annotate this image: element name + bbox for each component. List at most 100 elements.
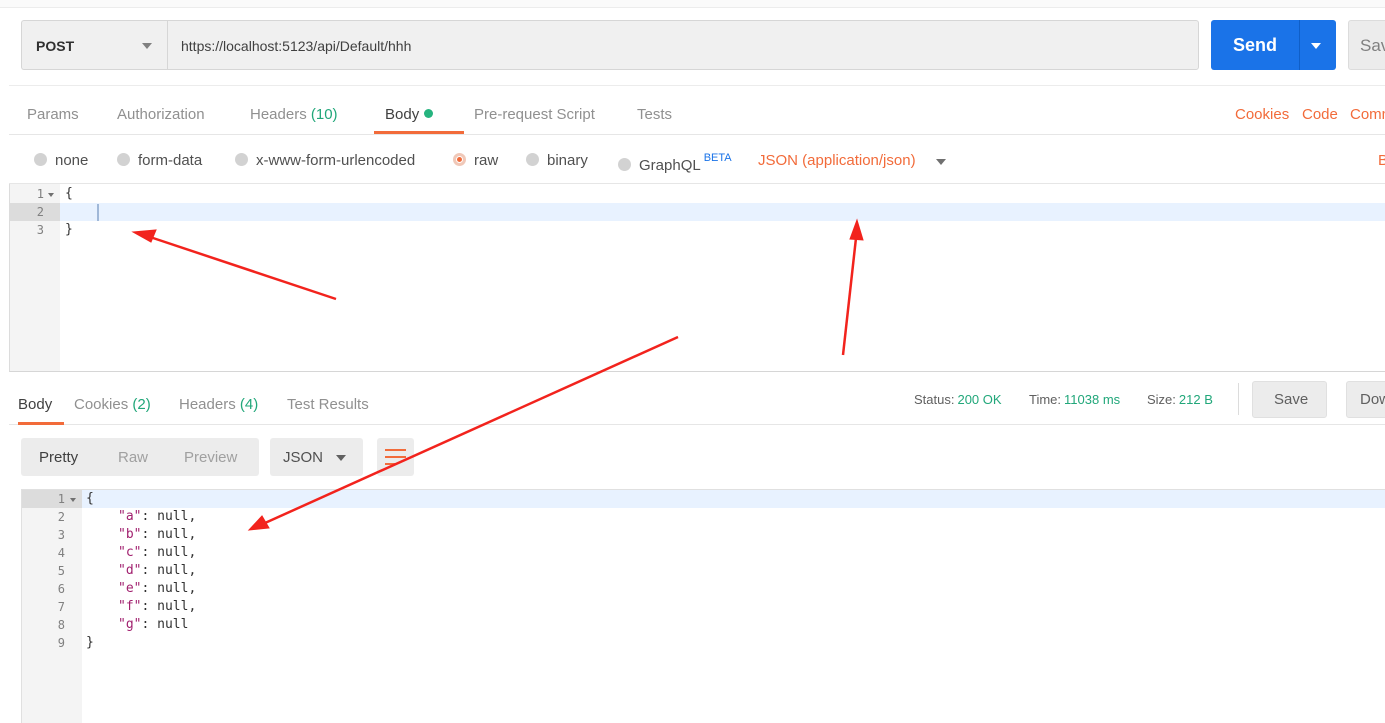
request-tabs: Params Authorization Headers (10) Body P… [9, 85, 1385, 135]
radio-form-data[interactable]: form-data [117, 152, 202, 169]
json-key: "g" [118, 617, 142, 632]
json-entry: "g": null [118, 617, 188, 632]
tab-headers-count: (10) [310, 106, 338, 123]
view-pretty-button[interactable]: Pretty [39, 449, 78, 466]
tab-headers-label: Headers [250, 106, 307, 123]
line-number: 6 [57, 582, 65, 596]
beta-badge: BETA [703, 152, 732, 164]
radio-circle-icon [117, 153, 130, 166]
tab-test-results[interactable]: Test Results [287, 396, 369, 413]
json-entry: "f": null, [118, 599, 196, 614]
json-key: "a" [118, 509, 142, 524]
radio-circle-icon [618, 158, 631, 171]
send-button[interactable]: Send [1211, 20, 1336, 70]
json-entry: "a": null, [118, 509, 196, 524]
line-number: 3 [36, 223, 44, 237]
content-type-select[interactable]: JSON (application/json) [758, 152, 916, 169]
line-number: 2 [57, 510, 65, 524]
status-readout: Status: 200 OK [914, 392, 1002, 407]
send-label: Send [1233, 35, 1278, 55]
line-number: 5 [57, 564, 65, 578]
radio-none-label: none [55, 152, 89, 169]
tab-body[interactable]: Body [385, 106, 434, 123]
json-value: : null, [141, 581, 197, 596]
tab-response-headers[interactable]: Headers (4) [179, 396, 258, 413]
top-strip [0, 0, 1385, 8]
tab-response-cookies-count: (2) [132, 396, 151, 413]
save-request-label: Sav [1360, 36, 1385, 55]
body-modified-dot-icon [424, 109, 434, 118]
status-value: 200 OK [957, 392, 1002, 407]
tab-authorization[interactable]: Authorization [117, 106, 205, 123]
radio-binary-label: binary [547, 152, 588, 169]
radio-raw-label: raw [474, 152, 499, 169]
save-request-button[interactable]: Sav [1348, 20, 1385, 70]
response-view-mode: Pretty Raw Preview [21, 438, 259, 476]
time-readout: Time: 11038 ms [1029, 392, 1120, 407]
tab-response-cookies-label: Cookies [74, 396, 129, 413]
radio-binary[interactable]: binary [526, 152, 588, 169]
time-label: Time: [1029, 392, 1062, 407]
status-label: Status: [914, 392, 955, 407]
cookies-link[interactable]: Cookies [1235, 106, 1289, 123]
url-text: https://localhost:5123/api/Default/hhh [181, 38, 412, 54]
radio-urlencoded[interactable]: x-www-form-urlencoded [235, 152, 415, 169]
url-input[interactable]: https://localhost:5123/api/Default/hhh [167, 20, 1199, 70]
active-line-highlight [60, 203, 1385, 221]
comments-link[interactable]: Comm [1350, 106, 1385, 123]
line-number: 3 [57, 528, 65, 542]
tab-response-cookies[interactable]: Cookies (2) [74, 396, 151, 413]
chevron-down-icon [336, 455, 346, 461]
view-raw-button[interactable]: Raw [118, 449, 148, 466]
json-value: : null, [141, 509, 197, 524]
line-number: 2 [36, 205, 44, 219]
radio-circle-icon [526, 153, 539, 166]
radio-raw[interactable]: raw [453, 152, 498, 169]
send-options-chevron-icon[interactable] [1311, 43, 1321, 49]
fold-arrow-icon[interactable] [48, 193, 54, 197]
code-line: } [65, 222, 73, 237]
response-body-editor[interactable]: 1 2 3 4 5 6 7 8 9 { "a": null, "b": null… [21, 489, 1385, 723]
download-label: Dow [1360, 391, 1385, 408]
radio-form-data-label: form-data [138, 152, 203, 169]
fold-arrow-icon[interactable] [70, 498, 76, 502]
tab-headers[interactable]: Headers (10) [250, 106, 338, 123]
json-value: : null, [141, 563, 197, 578]
tab-pre-request-script[interactable]: Pre-request Script [474, 106, 595, 123]
tab-tests[interactable]: Tests [637, 106, 672, 123]
json-key: "e" [118, 581, 142, 596]
json-entry: "c": null, [118, 545, 196, 560]
method-select[interactable]: POST [21, 20, 167, 70]
view-preview-button[interactable]: Preview [184, 449, 237, 466]
code-line: { [65, 186, 73, 201]
line-number: 1 [36, 187, 44, 201]
save-response-button[interactable]: Save [1252, 381, 1327, 418]
json-value: : null, [141, 599, 197, 614]
chevron-down-icon[interactable] [936, 159, 946, 165]
tab-params[interactable]: Params [27, 106, 79, 123]
json-key: "b" [118, 527, 142, 542]
wrap-lines-button[interactable] [377, 438, 414, 476]
radio-graphql[interactable]: GraphQL BETA [618, 152, 732, 174]
beautify-link[interactable]: B [1378, 152, 1385, 169]
radio-circle-icon [235, 153, 248, 166]
chevron-down-icon [142, 43, 152, 49]
radio-none[interactable]: none [34, 152, 88, 169]
response-tabs: Body Cookies (2) Headers (4) Test Result… [9, 373, 1385, 425]
request-body-editor[interactable]: 1 2 3 { } [9, 184, 1385, 372]
save-response-label: Save [1274, 391, 1309, 408]
download-button[interactable]: Dow [1346, 381, 1385, 418]
response-format-select[interactable]: JSON [270, 438, 363, 476]
tab-response-headers-label: Headers [179, 396, 236, 413]
json-value: : null, [141, 527, 197, 542]
tab-response-body[interactable]: Body [18, 396, 52, 413]
time-value: 11038 ms [1064, 392, 1121, 407]
json-entry: "d": null, [118, 563, 196, 578]
json-value: : null [141, 617, 189, 632]
size-value: 212 B [1178, 392, 1213, 407]
code-link[interactable]: Code [1302, 106, 1338, 123]
send-divider [1299, 20, 1300, 70]
radio-urlencoded-label: x-www-form-urlencoded [256, 152, 416, 169]
json-entry: "e": null, [118, 581, 196, 596]
radio-graphql-label: GraphQL [639, 157, 701, 174]
